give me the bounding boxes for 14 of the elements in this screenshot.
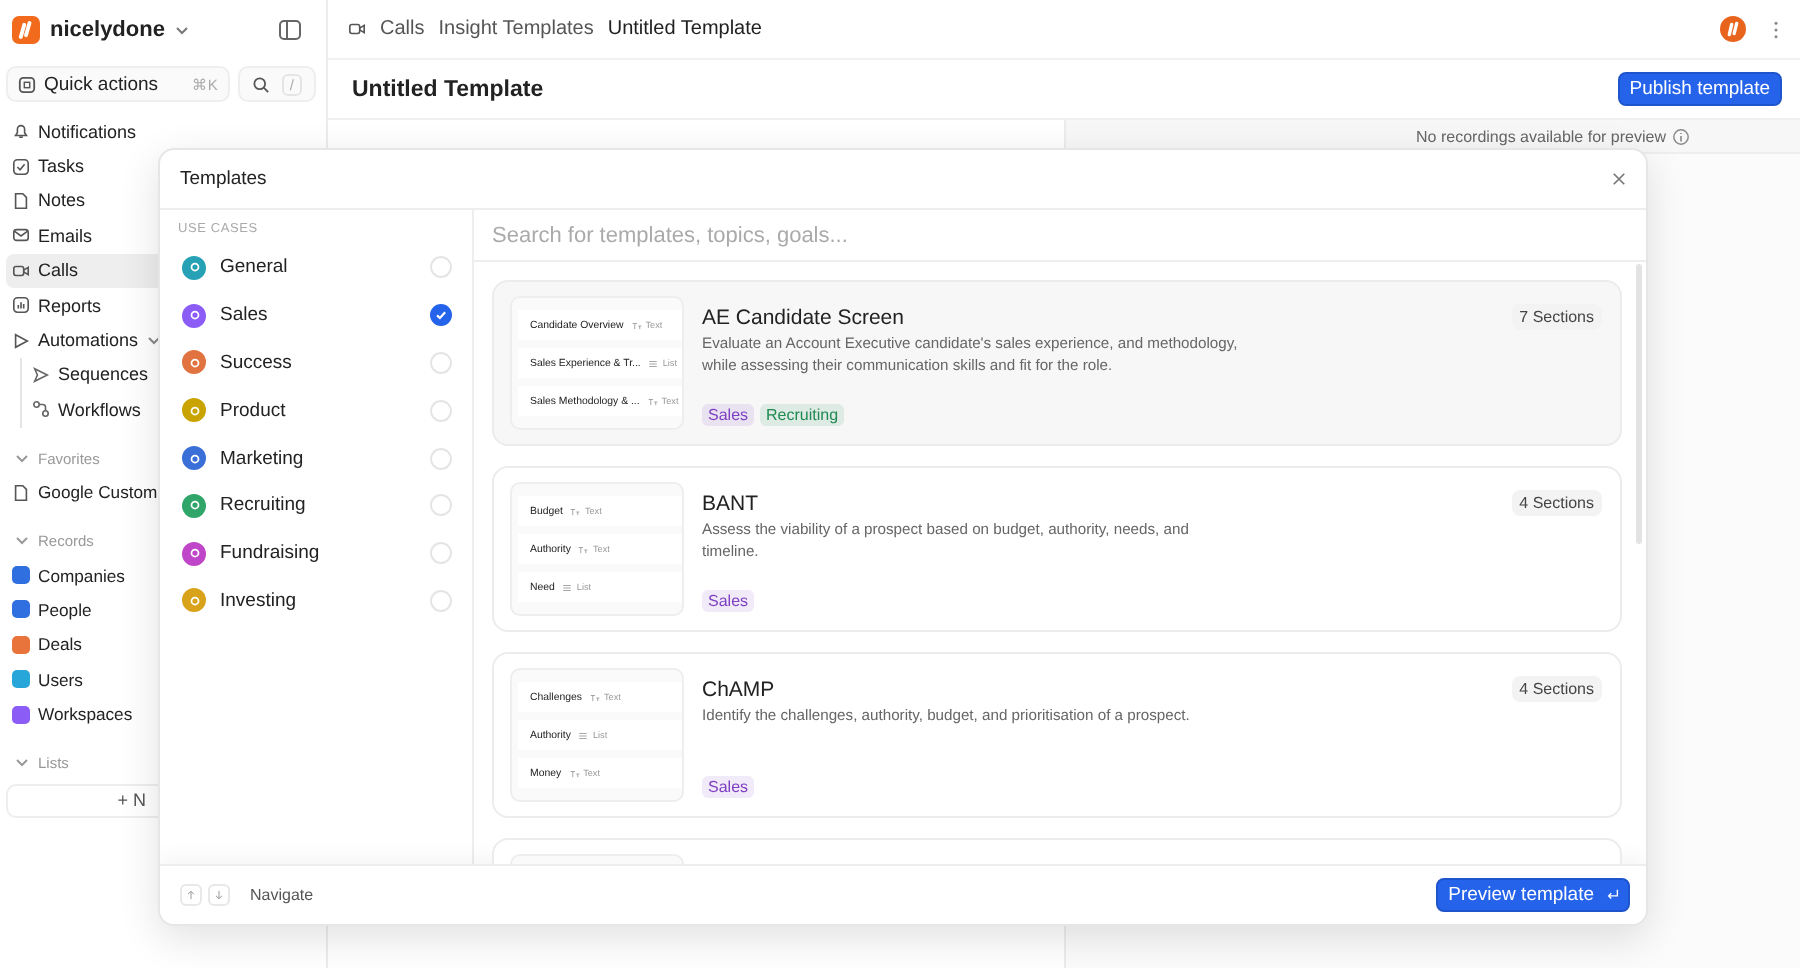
template-title: BANT [702,492,759,516]
preview-notice: No recordings available for preview [1416,127,1666,145]
tag: Sales [702,590,755,612]
page-title: Untitled Template [352,77,546,101]
template-title: AE Candidate Screen [702,306,904,330]
section-count: 7 Sections [1511,304,1602,330]
tag: Sales [702,404,755,426]
dialog-title: Templates [180,168,269,190]
tag: Sales [702,776,755,798]
navigate-hint: Navigate [250,886,314,904]
section-count: 4 Sections [1511,676,1602,702]
template-title: ChAMP [702,678,775,702]
tag: Recruiting [760,404,845,426]
section-count: 4 Sections [1511,490,1602,516]
